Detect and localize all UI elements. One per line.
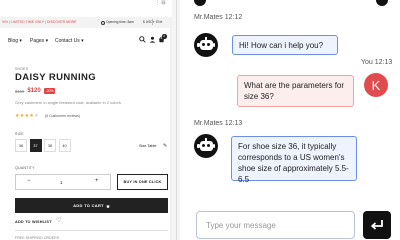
avatar (376, 0, 388, 6)
size-option[interactable]: 38 (44, 139, 56, 152)
promo-text[interactable]: %% | LIMITED TIME ONLY | DISCOVER MORE (2, 20, 76, 24)
rating-stars: ★★★★★ (15, 113, 39, 119)
send-button[interactable] (363, 211, 391, 239)
message-time: 12:13 (224, 120, 243, 127)
message-time: 12:13 (374, 59, 393, 66)
shipping-info: FREE SHIPPING ORDERS (15, 236, 60, 240)
nav-item-label: Contact Us (55, 38, 80, 44)
quantity-label: QUANTITY (15, 166, 35, 170)
chevron-down-icon: ▾ (45, 38, 49, 44)
bot-message: Hi! How can i help you? (232, 35, 338, 55)
sale-price: $120 (27, 88, 41, 94)
main-nav: Blog ▾ Pages ▾ Contact Us ▾ 2 (0, 34, 172, 48)
cart-count-badge: 2 (162, 34, 167, 39)
size-options: 36 37 38 40 (15, 139, 71, 152)
enter-icon (370, 220, 383, 230)
divider (15, 230, 168, 231)
discount-badge: -20% (43, 88, 56, 94)
chevron-down-icon: ▾ (152, 20, 155, 24)
currency-select[interactable]: $ USD▾ (143, 20, 154, 24)
opening-hours: Opening time: 8am (106, 20, 134, 24)
chat-panel: Mr.Mates 12:12 Hi! How can i help you? Y… (180, 0, 400, 240)
add-to-cart-label: ADD TO CART (73, 203, 104, 208)
nav-item-label: Pages (30, 38, 45, 44)
chevron-down-icon: ▾ (160, 20, 163, 24)
user-message: What are the parameters for size 36? (237, 75, 354, 107)
ruler-icon[interactable]: ✎ (163, 144, 167, 149)
robot-ear (212, 144, 215, 148)
message-input[interactable]: Type your message (196, 211, 355, 239)
size-option[interactable]: 40 (58, 139, 71, 152)
nav-item-contact[interactable]: Contact Us ▾ (55, 38, 84, 44)
robot-eye (207, 43, 210, 46)
user-icon[interactable] (149, 36, 156, 43)
product-title: DAISY RUNNING (15, 72, 97, 83)
increase-button[interactable]: + (95, 178, 99, 184)
message-meta: Mr.Mates 12:13 (194, 120, 242, 127)
browser-controls: ⋮ ⊟ (155, 0, 166, 6)
nav-item-pages[interactable]: Pages ▾ (30, 38, 48, 44)
add-to-wishlist-link[interactable]: ADD TO WISHLIST (15, 220, 52, 224)
decrease-button[interactable]: − (27, 178, 31, 184)
bag-icon (106, 204, 110, 208)
reviews-link[interactable]: (6 Customers reviews) (45, 114, 80, 118)
divider (152, 19, 153, 25)
message-meta: Mr.Mates 12:12 (194, 14, 242, 21)
clock-icon (101, 20, 105, 25)
robot-ear (197, 43, 200, 47)
quantity-stepper: − 1 + (15, 174, 111, 190)
buy-now-button[interactable]: BUY IN ONE CLICK (117, 174, 168, 190)
nav-item-blog[interactable]: Blog ▾ (8, 38, 22, 44)
old-price: $150 (15, 88, 25, 94)
robot-ear (197, 144, 200, 148)
sender-name: Mr.Mates (194, 14, 223, 21)
sender-name: Mr.Mates (194, 120, 223, 127)
add-to-cart-button[interactable]: ADD TO CART (15, 198, 168, 213)
bot-message: For shoe size 36, it typically correspon… (231, 136, 357, 184)
size-option[interactable]: 36 (15, 139, 27, 152)
bot-avatar (194, 33, 218, 57)
product-brand[interactable]: SHOES (15, 67, 28, 71)
robot-head (199, 40, 213, 50)
message-time: 12:12 (224, 14, 243, 21)
chevron-down-icon: ▾ (19, 38, 22, 44)
language-select[interactable]: EN▾ (156, 20, 162, 24)
product-page: ⋮ ⊟ %% | LIMITED TIME ONLY | DISCOVER MO… (0, 0, 172, 240)
user-avatar: K (364, 73, 388, 97)
robot-head (199, 141, 213, 151)
price-row: $150 $120 -20% (15, 87, 56, 95)
size-label: SIZE (15, 132, 24, 136)
sender-name: You (361, 59, 373, 66)
star-icon: ★ (34, 113, 39, 119)
pane-divider[interactable] (176, 0, 177, 240)
product-description: Grey cashmere in single breasted coat, a… (15, 100, 121, 105)
robot-ear (212, 43, 215, 47)
search-icon[interactable] (139, 36, 146, 43)
robot-eye (207, 144, 210, 147)
nav-item-label: Blog (8, 38, 19, 44)
bot-avatar (194, 134, 218, 158)
chevron-down-icon: ▾ (81, 38, 84, 44)
input-placeholder: Type your message (206, 221, 276, 230)
size-table-link[interactable]: Size Table (139, 144, 156, 148)
quantity-value[interactable]: 1 (60, 180, 63, 185)
heart-icon[interactable]: ♡ (56, 218, 61, 224)
robot-eye (202, 144, 205, 147)
robot-eye (202, 43, 205, 46)
promo-topbar: %% | LIMITED TIME ONLY | DISCOVER MORE O… (0, 17, 172, 28)
avatar (194, 0, 206, 6)
message-meta: You 12:13 (361, 59, 392, 66)
size-option-selected[interactable]: 37 (29, 139, 42, 152)
